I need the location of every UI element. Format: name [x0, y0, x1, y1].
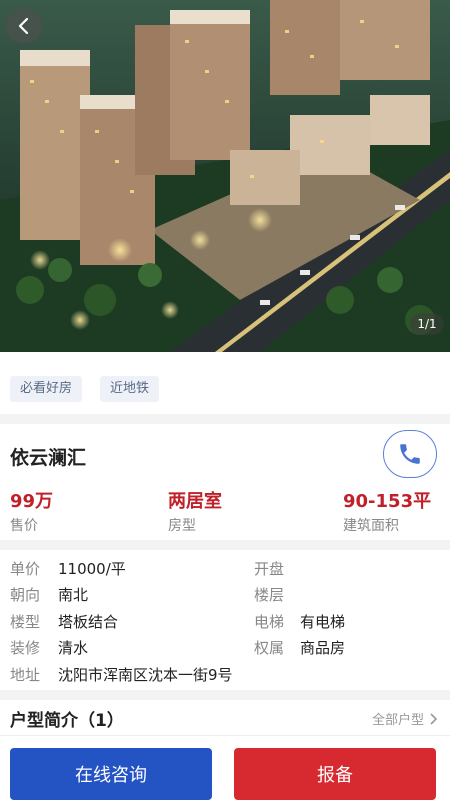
detail-orientation: 朝向 南北	[10, 584, 88, 605]
detail-value: 11000/平	[58, 560, 126, 578]
bottom-action-bar: 在线咨询 报备	[0, 735, 450, 800]
property-photo[interactable]: 1/1	[0, 0, 450, 352]
detail-ownership: 权属 商品房	[254, 637, 345, 658]
floor-plans-title: 户型简介（1）	[10, 711, 124, 731]
detail-value: 清水	[58, 639, 89, 657]
detail-value: 商品房	[300, 639, 346, 657]
stat-price-label: 售价	[10, 518, 38, 534]
detail-value: 沈阳市浑南区沈本一街9号	[58, 666, 233, 684]
detail-key: 楼层	[254, 586, 285, 604]
section-divider	[0, 690, 450, 700]
back-arrow-icon	[18, 17, 29, 35]
section-divider	[0, 414, 450, 424]
tag-must-see: 必看好房	[10, 376, 83, 402]
detail-unit-price: 单价 11000/平	[10, 558, 126, 579]
detail-key: 地址	[10, 666, 41, 684]
stat-layout-label: 房型	[168, 518, 196, 534]
detail-building-type: 楼型 塔板结合	[10, 611, 118, 632]
detail-floor: 楼层	[254, 584, 300, 605]
stat-price: 99万 售价	[10, 487, 53, 535]
detail-key: 开盘	[254, 560, 285, 578]
stat-layout: 两居室 房型	[168, 487, 222, 535]
chevron-right-icon	[430, 712, 438, 725]
detail-address: 地址 沈阳市浑南区沈本一街9号	[10, 664, 233, 685]
detail-key: 电梯	[254, 613, 285, 631]
phone-icon	[400, 444, 420, 464]
detail-value: 有电梯	[300, 613, 346, 631]
detail-key: 楼型	[10, 613, 41, 631]
back-button[interactable]	[6, 8, 42, 44]
stat-price-value: 99万	[10, 491, 54, 512]
stat-layout-value: 两居室	[168, 491, 222, 512]
property-detail-page: 1/1 必看好房 近地铁 依云澜汇 99万 售价 两居室 房型 90-153平 …	[0, 0, 450, 800]
section-divider	[0, 540, 450, 550]
all-floor-plans-link[interactable]: 全部户型	[372, 709, 438, 728]
detail-key: 朝向	[10, 586, 41, 604]
image-counter: 1/1	[410, 313, 444, 335]
detail-value: 塔板结合	[58, 613, 119, 631]
detail-key: 单价	[10, 560, 41, 578]
tag-near-metro: 近地铁	[100, 376, 160, 402]
online-consult-button[interactable]: 在线咨询	[10, 748, 212, 800]
property-model-image	[0, 0, 450, 352]
detail-opening: 开盘	[254, 558, 300, 579]
tag-list: 必看好房 近地铁	[10, 376, 160, 402]
report-button[interactable]: 报备	[234, 748, 436, 800]
all-floor-plans-label: 全部户型	[371, 713, 424, 728]
property-name: 依云澜汇	[10, 447, 87, 469]
detail-value: 南北	[58, 586, 89, 604]
stat-area: 90-153平 建筑面积	[343, 487, 431, 535]
stat-area-value: 90-153平	[343, 491, 432, 512]
detail-decoration: 装修 清水	[10, 637, 88, 658]
detail-elevator: 电梯 有电梯	[254, 611, 345, 632]
stat-area-label: 建筑面积	[343, 518, 399, 534]
call-button[interactable]	[383, 430, 437, 478]
detail-key: 装修	[10, 639, 41, 657]
detail-key: 权属	[254, 639, 285, 657]
